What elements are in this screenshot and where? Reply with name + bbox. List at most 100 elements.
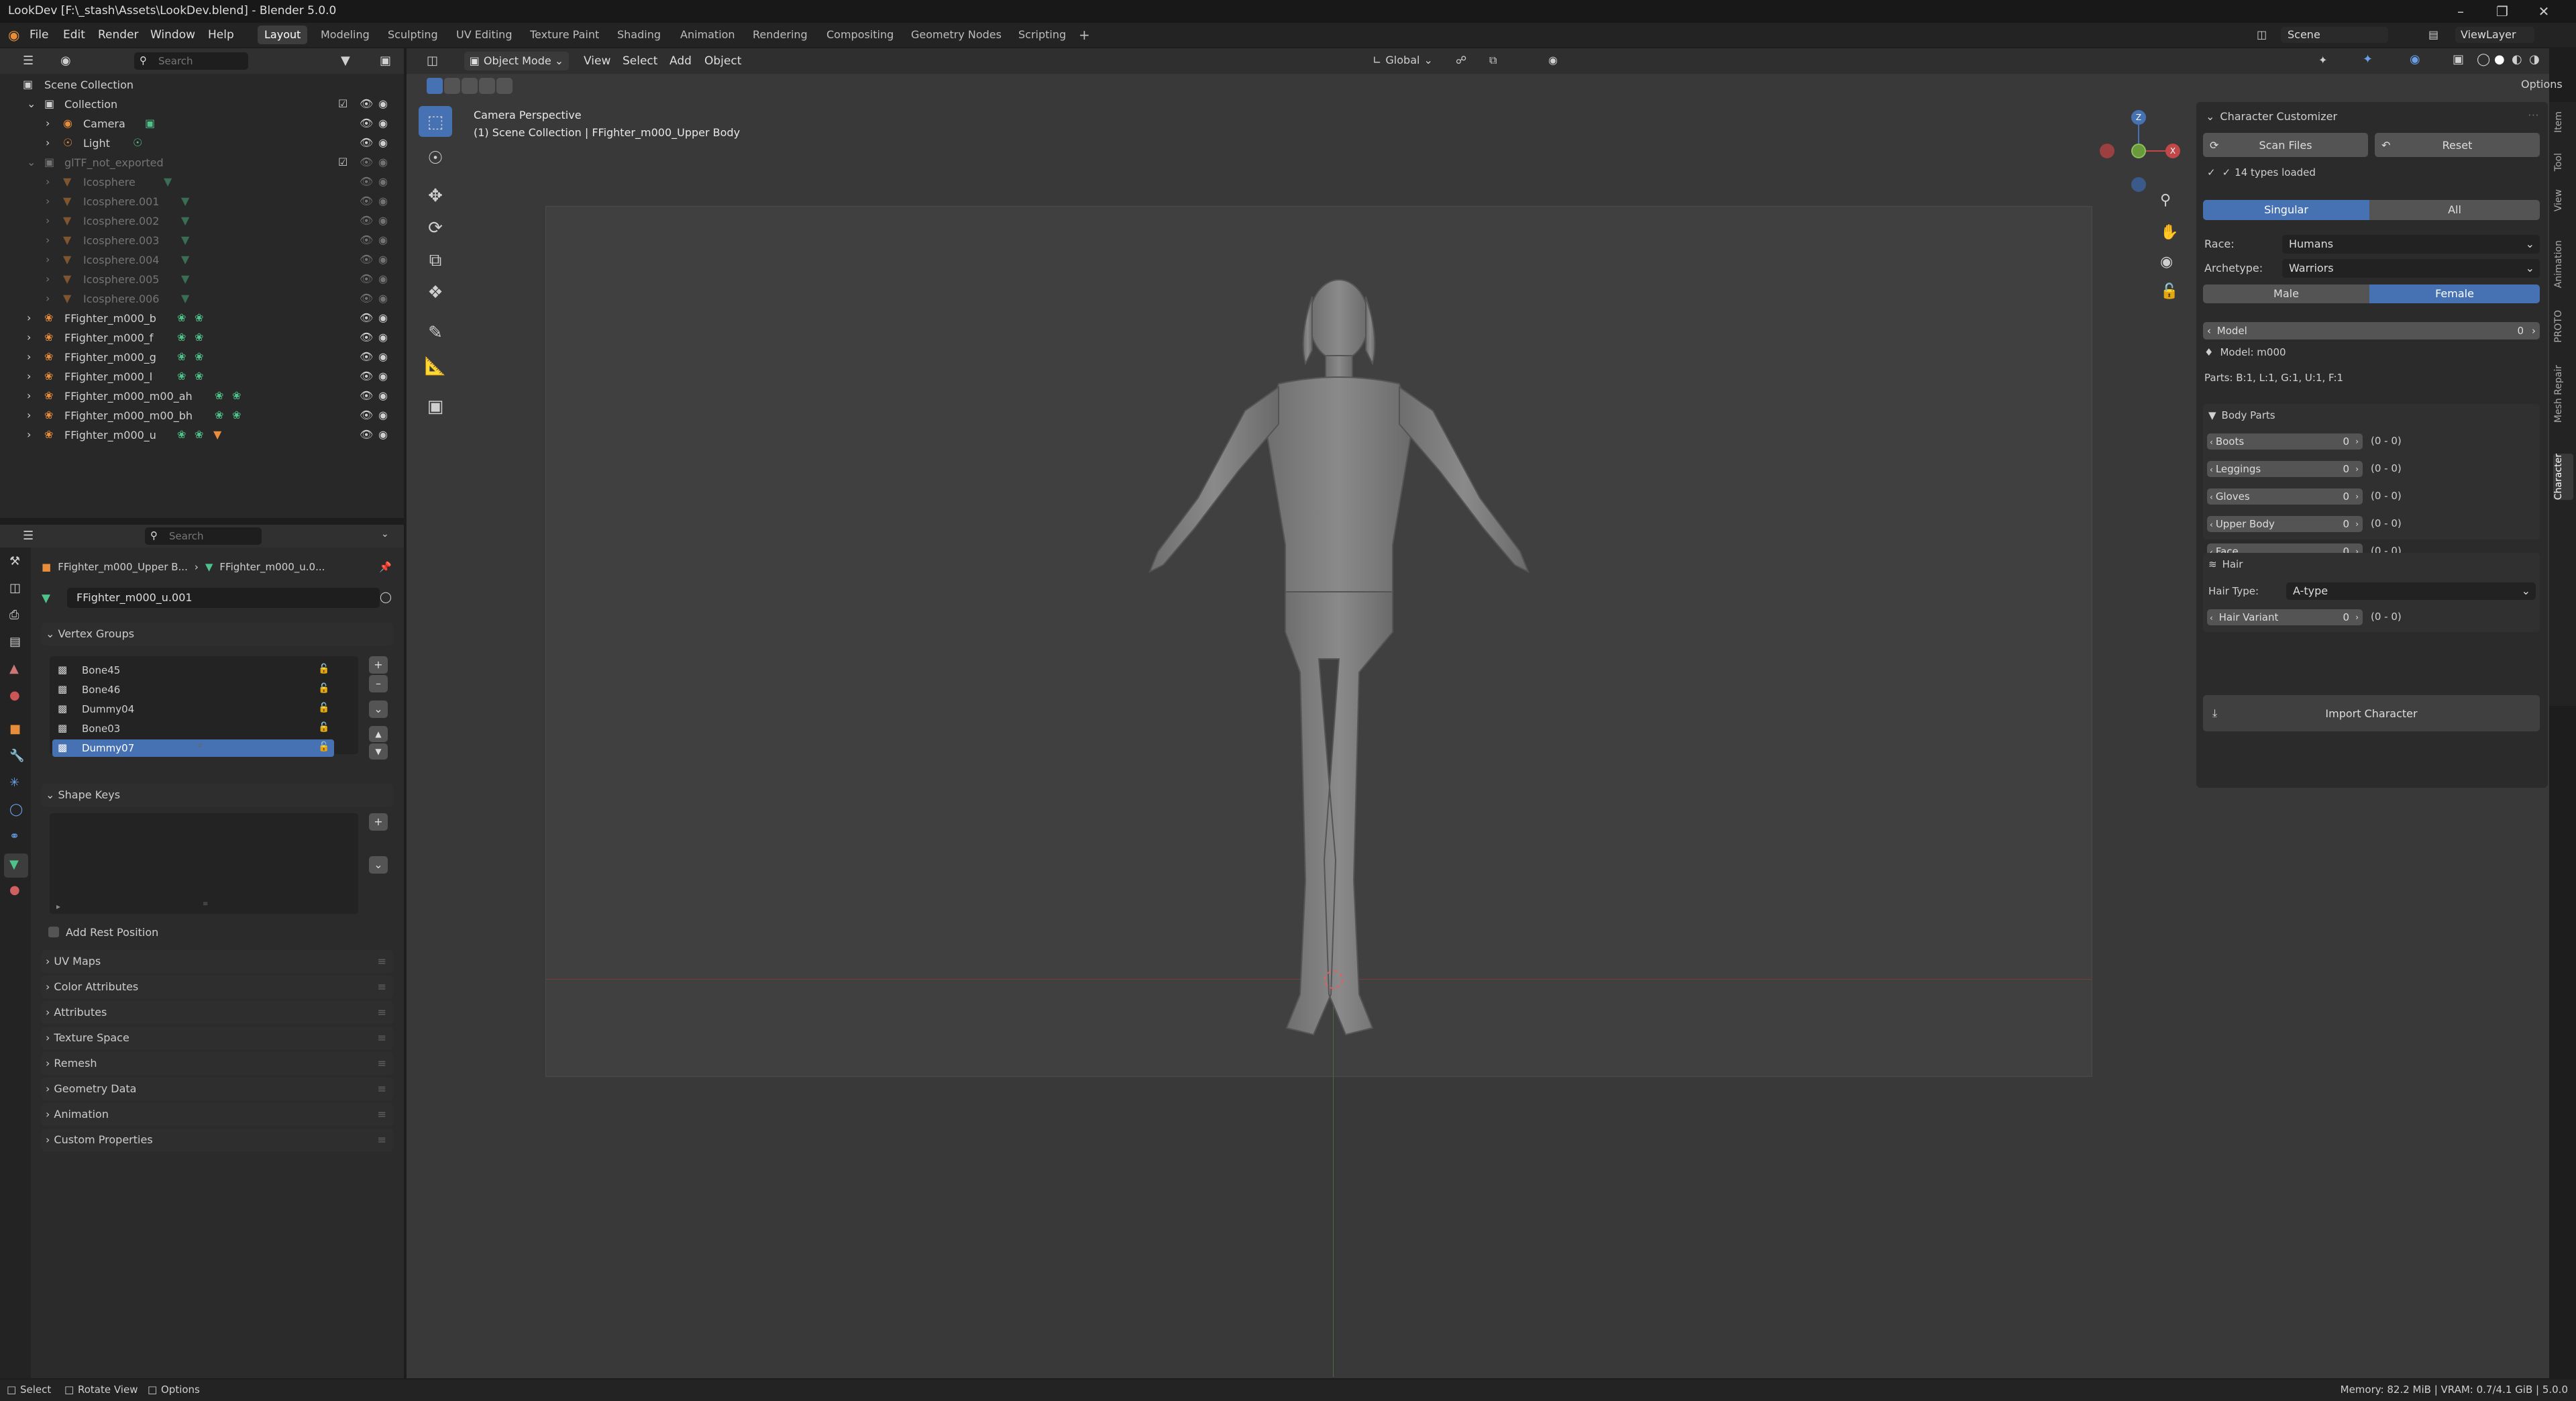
add-rest-position-checkbox[interactable] <box>48 927 59 937</box>
expand-icon[interactable]: › <box>27 389 31 403</box>
move-tool-icon[interactable]: ✥ <box>419 180 452 212</box>
mesh-datablock-icon[interactable]: ▼ <box>42 592 50 605</box>
outliner-icosphere[interactable]: › ▼ Icosphere.001 ▼ 👁 ◉ <box>0 192 401 211</box>
expand-icon[interactable]: › <box>46 214 50 227</box>
drag-handle-icon[interactable]: ≡ <box>378 1001 386 1024</box>
lock-icon[interactable]: 🔓 <box>318 703 329 713</box>
drag-handle-icon[interactable]: ≡ <box>378 950 386 973</box>
gender-male-tab[interactable]: Male <box>2203 284 2369 303</box>
mode-selector[interactable]: ▣ Object Mode ⌄ <box>464 52 569 70</box>
view-layer-icon[interactable]: ▤ <box>2428 28 2438 41</box>
view-layer-selector[interactable]: ViewLayer <box>2455 27 2534 43</box>
selectability-icon[interactable]: ✦ <box>2318 54 2327 66</box>
editor-type-icon[interactable]: ◫ <box>427 54 438 68</box>
lock-icon[interactable]: 🔓 <box>318 741 329 752</box>
sidebar-tab-proto[interactable]: PROTO <box>2553 310 2573 343</box>
expand-icon[interactable]: › <box>46 175 50 189</box>
add-shape-key-button[interactable]: + <box>369 813 388 831</box>
menu-edit[interactable]: Edit <box>58 23 91 47</box>
fake-user-icon[interactable]: ◯ <box>380 590 392 603</box>
menu-window[interactable]: Window <box>145 23 201 47</box>
select-box-tool-icon[interactable]: ⬚ <box>419 106 452 137</box>
lock-icon[interactable]: 🔓 <box>318 722 329 733</box>
expand-icon[interactable]: › <box>46 253 50 266</box>
eye-icon[interactable]: 👁 <box>360 117 373 130</box>
properties-section-header[interactable]: › UV Maps ≡ <box>42 950 393 973</box>
eye-icon[interactable]: 👁 <box>360 97 373 111</box>
camera-render-icon[interactable]: ◉ <box>378 136 388 150</box>
eye-icon[interactable]: 👁 <box>360 311 373 325</box>
sidebar-tab-mesh-repair[interactable]: Mesh Repair <box>2553 365 2573 423</box>
sidebar-tab-item[interactable]: Item <box>2553 111 2573 133</box>
outliner-collection[interactable]: ⌄ ▣ Collection ☑ 👁 ◉ <box>0 95 401 114</box>
body-part-field[interactable]: ‹ Leggings 0 › <box>2207 461 2363 477</box>
snap-icon[interactable]: ⧉ <box>1489 54 1497 67</box>
tab-animation[interactable]: Animation <box>674 25 742 44</box>
outliner-icosphere[interactable]: › ▼ Icosphere ▼ 👁 ◉ <box>0 172 401 192</box>
pose-icon[interactable]: ❀ <box>195 311 203 325</box>
outliner-icosphere[interactable]: › ▼ Icosphere.005 ▼ 👁 ◉ <box>0 270 401 289</box>
sidebar-tab-tool[interactable]: Tool <box>2553 153 2573 171</box>
drag-handle-icon[interactable]: ≡ <box>378 1078 386 1100</box>
eye-icon[interactable]: 👁 <box>360 409 373 422</box>
drag-handle-icon[interactable]: ≡ <box>378 976 386 998</box>
mesh-data-icon[interactable]: ▼ <box>181 195 189 208</box>
armature-data-icon[interactable]: ❀ <box>215 389 223 403</box>
scene-tab-icon[interactable]: ▲ <box>9 662 19 676</box>
vertex-group-item[interactable]: ▩ Bone45 🔓 <box>52 662 334 679</box>
mode-singular-tab[interactable]: Singular <box>2203 200 2369 220</box>
pose-icon[interactable]: ❀ <box>195 350 203 364</box>
mesh-data-icon[interactable]: ▼ <box>164 175 172 189</box>
properties-section-header[interactable]: › Custom Properties ≡ <box>42 1129 393 1151</box>
eye-icon[interactable]: 👁 <box>360 214 373 227</box>
properties-section-header[interactable]: › Attributes ≡ <box>42 1001 393 1024</box>
tab-rendering[interactable]: Rendering <box>746 25 814 44</box>
camera-render-icon[interactable]: ◉ <box>378 175 388 189</box>
armature-data-icon[interactable]: ❀ <box>177 428 186 442</box>
lock-icon[interactable]: 🔓 <box>318 683 329 694</box>
drag-handle-icon[interactable]: ≡ <box>378 1052 386 1075</box>
hair-variant-field[interactable]: ‹ Hair Variant 0 › <box>2207 609 2363 625</box>
expand-icon[interactable]: › <box>46 272 50 286</box>
eye-icon[interactable]: 👁 <box>360 136 373 150</box>
light-data-icon[interactable]: ☉ <box>133 136 142 150</box>
outliner-light[interactable]: › ☉ Light ☉ 👁 ◉ <box>0 134 401 153</box>
tool-tab-icon[interactable]: ⚒ <box>9 554 20 568</box>
mesh-data-icon[interactable]: ▼ <box>181 292 189 305</box>
expand-icon[interactable]: › <box>46 136 50 150</box>
wireframe-shading-icon[interactable]: ◯ <box>2477 52 2490 66</box>
outliner-gltf-collection[interactable]: ⌄ ▣ glTF_not_exported ☑ 👁 ◉ <box>0 153 401 172</box>
object-tab-icon[interactable]: ■ <box>9 722 21 736</box>
eye-icon[interactable]: 👁 <box>360 389 373 403</box>
armature-data-icon[interactable]: ❀ <box>177 331 186 344</box>
pose-icon[interactable]: ❀ <box>232 409 241 422</box>
breadcrumb-object[interactable]: FFighter_m000_Upper B... <box>58 561 188 573</box>
move-down-button[interactable]: ▼ <box>369 743 388 760</box>
menu-file[interactable]: File <box>24 23 54 47</box>
mesh-data-icon[interactable]: ▼ <box>181 272 189 286</box>
mesh-data-icon[interactable]: ▼ <box>181 214 189 227</box>
filter-icon[interactable]: ▼ <box>341 54 350 68</box>
menu-render[interactable]: Render <box>93 23 144 47</box>
camera-render-icon[interactable]: ◉ <box>378 350 388 364</box>
world-tab-icon[interactable]: ● <box>9 688 20 703</box>
eye-icon[interactable]: 👁 <box>360 195 373 208</box>
tab-scripting[interactable]: Scripting <box>1012 25 1073 44</box>
outliner-scene-collection[interactable]: ▣ Scene Collection <box>0 75 401 95</box>
camera-render-icon[interactable]: ◉ <box>378 156 388 169</box>
camera-render-icon[interactable]: ◉ <box>378 234 388 247</box>
properties-section-header[interactable]: › Color Attributes ≡ <box>42 976 393 998</box>
character-mesh[interactable] <box>1077 256 1601 1048</box>
rotate-tool-icon[interactable]: ⟳ <box>419 212 452 244</box>
add-workspace-icon[interactable]: + <box>1072 25 1097 44</box>
minimize-button[interactable]: – <box>2440 1 2481 21</box>
customizer-panel-header[interactable]: ⌄ Character Customizer <box>2206 107 2337 125</box>
collapse-icon[interactable]: ⌄ <box>27 97 36 111</box>
outliner-camera[interactable]: › ◉ Camera ▣ 👁 ◉ <box>0 114 401 134</box>
gender-female-tab[interactable]: Female <box>2369 284 2540 303</box>
shape-key-specials-button[interactable]: ⌄ <box>369 856 388 874</box>
camera-render-icon[interactable]: ◉ <box>378 311 388 325</box>
add-rest-position-row[interactable]: Add Rest Position <box>48 923 158 941</box>
armature-data-icon[interactable]: ❀ <box>177 350 186 364</box>
cursor-tool-icon[interactable]: ☉ <box>419 142 452 174</box>
